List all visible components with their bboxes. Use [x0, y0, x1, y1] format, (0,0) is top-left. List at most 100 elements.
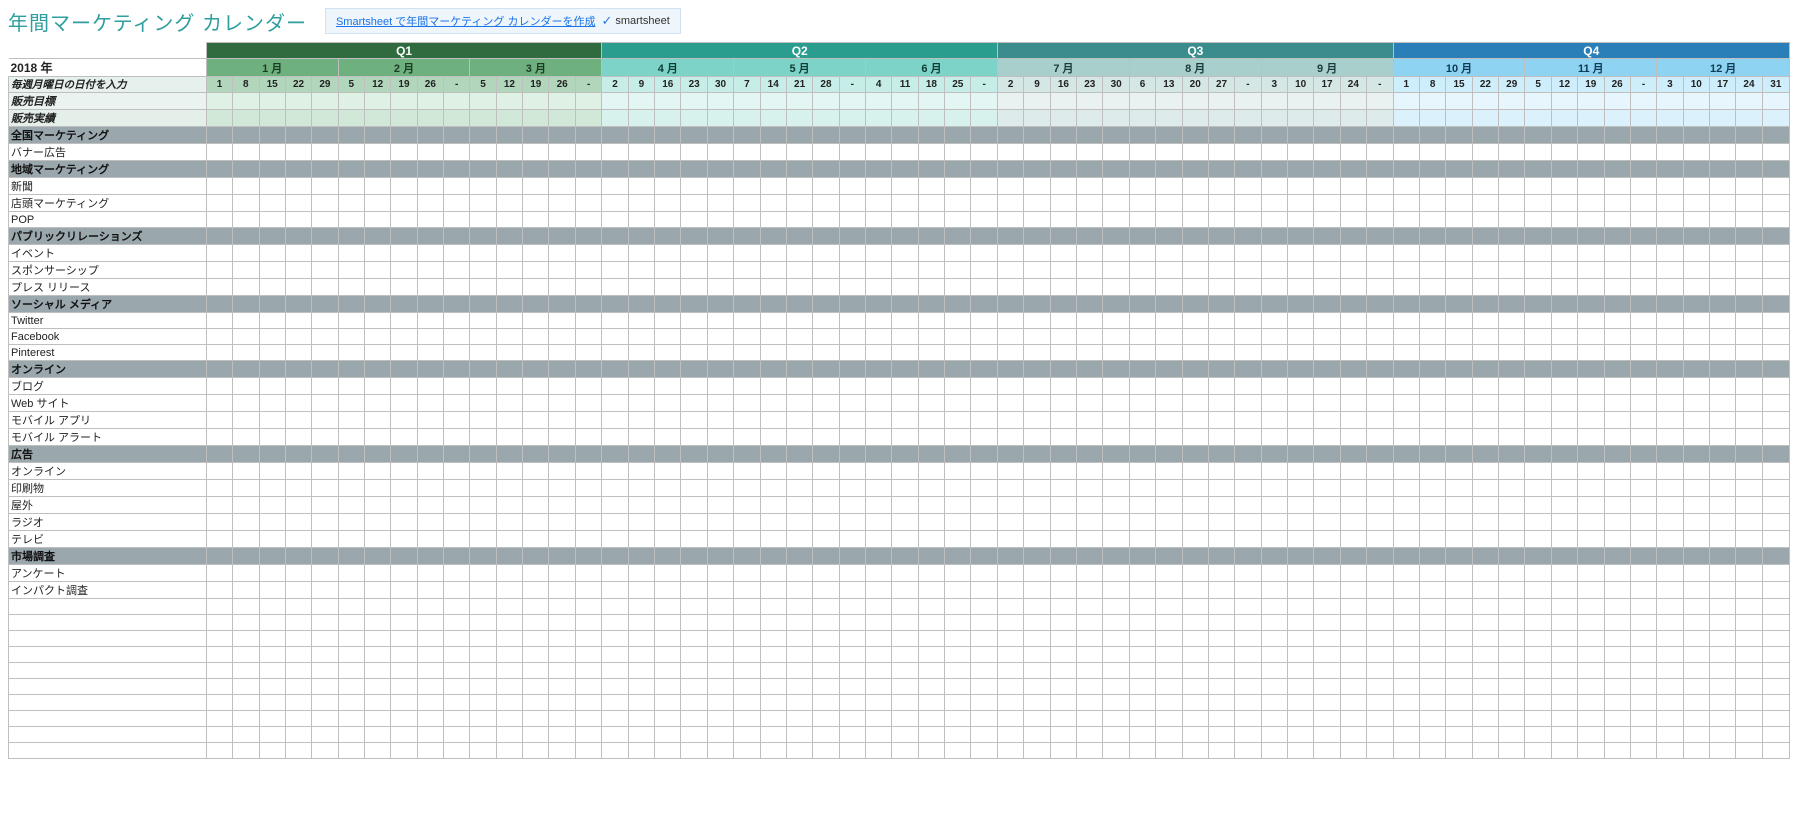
calendar-cell[interactable]: [998, 679, 1024, 695]
calendar-cell[interactable]: [470, 599, 496, 615]
calendar-cell[interactable]: [1314, 631, 1340, 647]
calendar-cell[interactable]: [1736, 161, 1762, 178]
calendar-cell[interactable]: [839, 212, 865, 228]
calendar-cell[interactable]: [496, 446, 522, 463]
calendar-cell[interactable]: [655, 743, 681, 759]
calendar-cell[interactable]: [1551, 647, 1577, 663]
calendar-cell[interactable]: [259, 679, 285, 695]
calendar-cell[interactable]: [945, 279, 971, 296]
calendar-cell[interactable]: [655, 548, 681, 565]
calendar-cell[interactable]: [1129, 663, 1155, 679]
calendar-cell[interactable]: [549, 497, 575, 514]
calendar-cell[interactable]: [444, 195, 470, 212]
calendar-cell[interactable]: [1604, 480, 1630, 497]
calendar-cell[interactable]: [259, 463, 285, 480]
calendar-cell[interactable]: [786, 412, 812, 429]
calendar-cell[interactable]: [364, 161, 390, 178]
calendar-cell[interactable]: [1340, 548, 1366, 565]
calendar-cell[interactable]: [1525, 679, 1551, 695]
calendar-cell[interactable]: [338, 631, 364, 647]
calendar-cell[interactable]: [312, 93, 338, 110]
calendar-cell[interactable]: [312, 262, 338, 279]
calendar-cell[interactable]: [1683, 110, 1709, 127]
calendar-cell[interactable]: [233, 313, 259, 329]
calendar-cell[interactable]: [681, 127, 707, 144]
calendar-cell[interactable]: [338, 599, 364, 615]
week-date-cell[interactable]: 15: [259, 77, 285, 93]
calendar-cell[interactable]: [1578, 663, 1604, 679]
calendar-cell[interactable]: [496, 110, 522, 127]
calendar-cell[interactable]: [285, 212, 311, 228]
calendar-cell[interactable]: [1103, 296, 1129, 313]
calendar-cell[interactable]: [364, 262, 390, 279]
calendar-cell[interactable]: [918, 727, 944, 743]
calendar-cell[interactable]: [734, 313, 760, 329]
calendar-cell[interactable]: [1736, 565, 1762, 582]
calendar-cell[interactable]: [1762, 345, 1789, 361]
calendar-cell[interactable]: [1077, 565, 1103, 582]
calendar-cell[interactable]: [1604, 727, 1630, 743]
calendar-cell[interactable]: [496, 228, 522, 245]
calendar-cell[interactable]: [760, 599, 786, 615]
week-date-cell[interactable]: 10: [1683, 77, 1709, 93]
calendar-cell[interactable]: [549, 361, 575, 378]
calendar-cell[interactable]: [1393, 313, 1419, 329]
calendar-cell[interactable]: [285, 631, 311, 647]
calendar-cell[interactable]: [1551, 395, 1577, 412]
calendar-cell[interactable]: [892, 127, 918, 144]
calendar-cell[interactable]: [1129, 345, 1155, 361]
calendar-cell[interactable]: [1551, 296, 1577, 313]
calendar-cell[interactable]: [391, 565, 417, 582]
calendar-cell[interactable]: [470, 663, 496, 679]
calendar-cell[interactable]: [1393, 599, 1419, 615]
calendar-cell[interactable]: [1156, 429, 1182, 446]
calendar-cell[interactable]: [1393, 446, 1419, 463]
calendar-cell[interactable]: [1683, 195, 1709, 212]
calendar-cell[interactable]: [549, 279, 575, 296]
calendar-cell[interactable]: [1446, 463, 1472, 480]
calendar-cell[interactable]: [707, 582, 733, 599]
calendar-cell[interactable]: [1604, 127, 1630, 144]
calendar-cell[interactable]: [1235, 93, 1261, 110]
calendar-cell[interactable]: [971, 663, 998, 679]
calendar-cell[interactable]: [523, 711, 549, 727]
calendar-cell[interactable]: [1578, 743, 1604, 759]
calendar-cell[interactable]: [1446, 378, 1472, 395]
calendar-cell[interactable]: [1630, 228, 1656, 245]
calendar-cell[interactable]: [813, 514, 839, 531]
calendar-cell[interactable]: [1762, 127, 1789, 144]
calendar-cell[interactable]: [206, 378, 232, 395]
calendar-cell[interactable]: [945, 329, 971, 345]
calendar-cell[interactable]: [602, 631, 628, 647]
calendar-cell[interactable]: [1604, 245, 1630, 262]
calendar-cell[interactable]: [918, 195, 944, 212]
calendar-cell[interactable]: [549, 446, 575, 463]
calendar-cell[interactable]: [971, 144, 998, 161]
calendar-cell[interactable]: [1499, 647, 1525, 663]
calendar-cell[interactable]: [233, 144, 259, 161]
calendar-cell[interactable]: [1683, 548, 1709, 565]
calendar-cell[interactable]: [1709, 178, 1735, 195]
calendar-cell[interactable]: [1208, 615, 1234, 631]
week-date-cell[interactable]: 26: [417, 77, 443, 93]
calendar-cell[interactable]: [523, 361, 549, 378]
calendar-cell[interactable]: [391, 480, 417, 497]
calendar-cell[interactable]: [1182, 497, 1208, 514]
calendar-cell[interactable]: [734, 631, 760, 647]
calendar-cell[interactable]: [312, 711, 338, 727]
calendar-cell[interactable]: [523, 296, 549, 313]
calendar-cell[interactable]: [1367, 345, 1394, 361]
calendar-cell[interactable]: [1261, 497, 1287, 514]
calendar-cell[interactable]: [813, 228, 839, 245]
calendar-cell[interactable]: [1736, 110, 1762, 127]
calendar-cell[interactable]: [1762, 743, 1789, 759]
calendar-cell[interactable]: [1077, 161, 1103, 178]
calendar-cell[interactable]: [707, 615, 733, 631]
calendar-cell[interactable]: [1630, 378, 1656, 395]
calendar-cell[interactable]: [233, 395, 259, 412]
calendar-cell[interactable]: [866, 565, 892, 582]
calendar-cell[interactable]: [259, 743, 285, 759]
calendar-cell[interactable]: [1156, 195, 1182, 212]
calendar-cell[interactable]: [945, 262, 971, 279]
calendar-cell[interactable]: [1367, 615, 1394, 631]
